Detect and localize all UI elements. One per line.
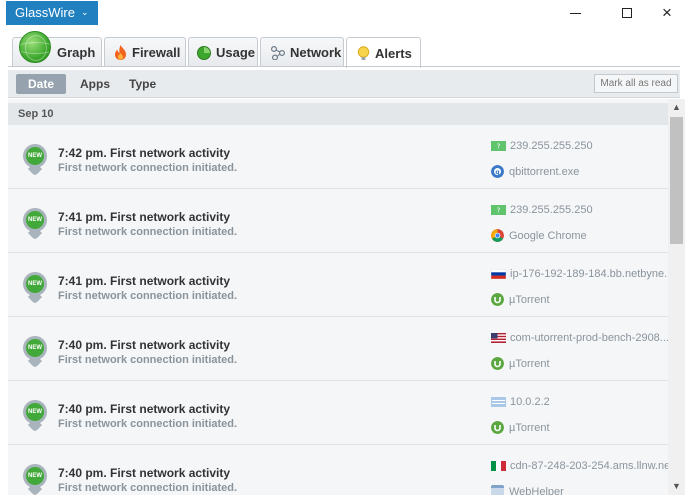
host-name: com-utorrent-prod-bench-2908... — [510, 332, 668, 344]
alert-host: ? 239.255.255.250 — [491, 204, 593, 216]
app-name: µTorrent — [509, 357, 550, 370]
host-name: 239.255.255.250 — [510, 140, 593, 152]
chevron-down-icon: ⌄ — [80, 7, 89, 17]
alert-title: 7:40 pm. First network activity — [58, 338, 231, 352]
alerts-list: Sep 10 NEW 7:42 pm. First network activi… — [8, 99, 668, 495]
flame-icon — [114, 45, 127, 60]
qbittorrent-icon: q — [491, 165, 504, 178]
network-globe-icon: ? — [491, 141, 506, 151]
maximize-icon — [622, 8, 632, 18]
new-badge-icon: NEW — [23, 272, 47, 305]
list-item[interactable]: NEW 7:42 pm. First network activity Firs… — [8, 126, 668, 189]
tab-usage[interactable]: Usage — [188, 37, 258, 67]
tab-label: Alerts — [375, 45, 412, 61]
app-menu-button[interactable]: GlassWire ⌄ — [6, 1, 98, 25]
host-name: 239.255.255.250 — [510, 204, 593, 216]
alert-subtitle: First network connection initiated. — [58, 482, 238, 494]
svg-text:?: ? — [497, 143, 501, 151]
alert-app: Google Chrome — [491, 229, 587, 242]
glasswire-logo-icon — [19, 31, 51, 63]
alert-app: µTorrent — [491, 357, 550, 370]
alert-host: 10.0.2.2 — [491, 396, 550, 408]
svg-text:q: q — [495, 169, 499, 176]
subtab-type[interactable]: Type — [129, 74, 156, 94]
main-tabs: Graph Firewall Usage Network Alerts — [0, 30, 690, 68]
chrome-icon — [491, 229, 504, 242]
new-badge-icon: NEW — [23, 336, 47, 369]
tab-label: Network — [290, 45, 342, 60]
scroll-up-icon[interactable]: ▲ — [668, 99, 685, 116]
alert-subtitle: First network connection initiated. — [58, 226, 238, 238]
tab-firewall[interactable]: Firewall — [104, 37, 186, 67]
list-item[interactable]: NEW 7:40 pm. First network activity Firs… — [8, 382, 668, 445]
local-network-icon — [491, 397, 506, 407]
usage-icon — [197, 45, 211, 60]
network-icon — [271, 45, 285, 60]
tab-alerts[interactable]: Alerts — [346, 37, 421, 68]
host-name: ip-176-192-189-184.bb.netbyne... — [510, 268, 668, 280]
new-badge-icon: NEW — [23, 464, 47, 495]
alert-host: ? 239.255.255.250 — [491, 140, 593, 152]
alert-subtitle: First network connection initiated. — [58, 418, 238, 430]
title-bar: GlassWire ⌄ × — [0, 0, 690, 30]
utorrent-icon — [491, 293, 504, 306]
tab-label: Usage — [216, 45, 256, 60]
utorrent-icon — [491, 357, 504, 370]
close-button[interactable]: × — [644, 0, 690, 26]
alert-host: com-utorrent-prod-bench-2908... — [491, 332, 668, 344]
close-icon: × — [662, 3, 672, 22]
alert-app: q qbittorrent.exe — [491, 165, 579, 178]
alerts-scrollbar[interactable]: ▲ ▼ — [668, 99, 685, 495]
list-item[interactable]: NEW 7:40 pm. First network activity Firs… — [8, 318, 668, 381]
app-name: µTorrent — [509, 421, 550, 434]
host-name: cdn-87-248-203-254.ams.llnw.net — [510, 460, 668, 472]
alert-app: µTorrent — [491, 293, 550, 306]
mark-all-read-button[interactable]: Mark all as read — [594, 74, 678, 93]
tab-network[interactable]: Network — [260, 37, 344, 67]
alert-app: µTorrent — [491, 421, 550, 434]
bulb-icon — [357, 45, 370, 61]
minimize-button[interactable] — [552, 0, 598, 26]
network-globe-icon: ? — [491, 205, 506, 215]
alert-title: 7:41 pm. First network activity — [58, 210, 231, 224]
alert-host: ip-176-192-189-184.bb.netbyne... — [491, 268, 668, 280]
alert-subtitle: First network connection initiated. — [58, 290, 238, 302]
alert-title: 7:40 pm. First network activity — [58, 466, 231, 480]
alert-app: WebHelper — [491, 485, 564, 495]
list-item[interactable]: NEW 7:40 pm. First network activity Firs… — [8, 446, 668, 495]
alert-subtitle: First network connection initiated. — [58, 162, 238, 174]
svg-text:?: ? — [497, 207, 501, 215]
minimize-icon — [569, 12, 581, 14]
new-badge-icon: NEW — [23, 144, 47, 177]
tab-label: Graph — [57, 45, 96, 60]
list-item[interactable]: NEW 7:41 pm. First network activity Firs… — [8, 190, 668, 253]
app-name: WebHelper — [509, 485, 564, 496]
app-name: Google Chrome — [509, 229, 587, 242]
scroll-down-icon[interactable]: ▼ — [668, 478, 685, 495]
tabs-divider — [8, 66, 680, 67]
app-name: qbittorrent.exe — [509, 165, 580, 178]
alert-title: 7:40 pm. First network activity — [58, 402, 231, 416]
alert-host: cdn-87-248-203-254.ams.llnw.net — [491, 460, 668, 472]
app-name: µTorrent — [509, 293, 550, 306]
subtab-date[interactable]: Date — [16, 74, 66, 94]
date-group-header: Sep 10 — [8, 103, 668, 125]
subtab-apps[interactable]: Apps — [80, 74, 110, 94]
usa-flag-icon — [491, 333, 506, 343]
alert-title: 7:41 pm. First network activity — [58, 274, 231, 288]
alert-title: 7:42 pm. First network activity — [58, 146, 231, 160]
host-name: 10.0.2.2 — [510, 396, 550, 408]
utorrent-icon — [491, 421, 504, 434]
alerts-toolbar: Date Apps Type Mark all as read — [8, 70, 680, 98]
list-item[interactable]: NEW 7:41 pm. First network activity Firs… — [8, 254, 668, 317]
italy-flag-icon — [491, 461, 506, 471]
russia-flag-icon — [491, 269, 506, 279]
alert-subtitle: First network connection initiated. — [58, 354, 238, 366]
tab-label: Firewall — [132, 45, 181, 60]
webhelper-icon — [491, 485, 504, 495]
app-menu-label: GlassWire — [15, 5, 75, 20]
new-badge-icon: NEW — [23, 208, 47, 241]
scrollbar-thumb[interactable] — [670, 117, 683, 244]
new-badge-icon: NEW — [23, 400, 47, 433]
